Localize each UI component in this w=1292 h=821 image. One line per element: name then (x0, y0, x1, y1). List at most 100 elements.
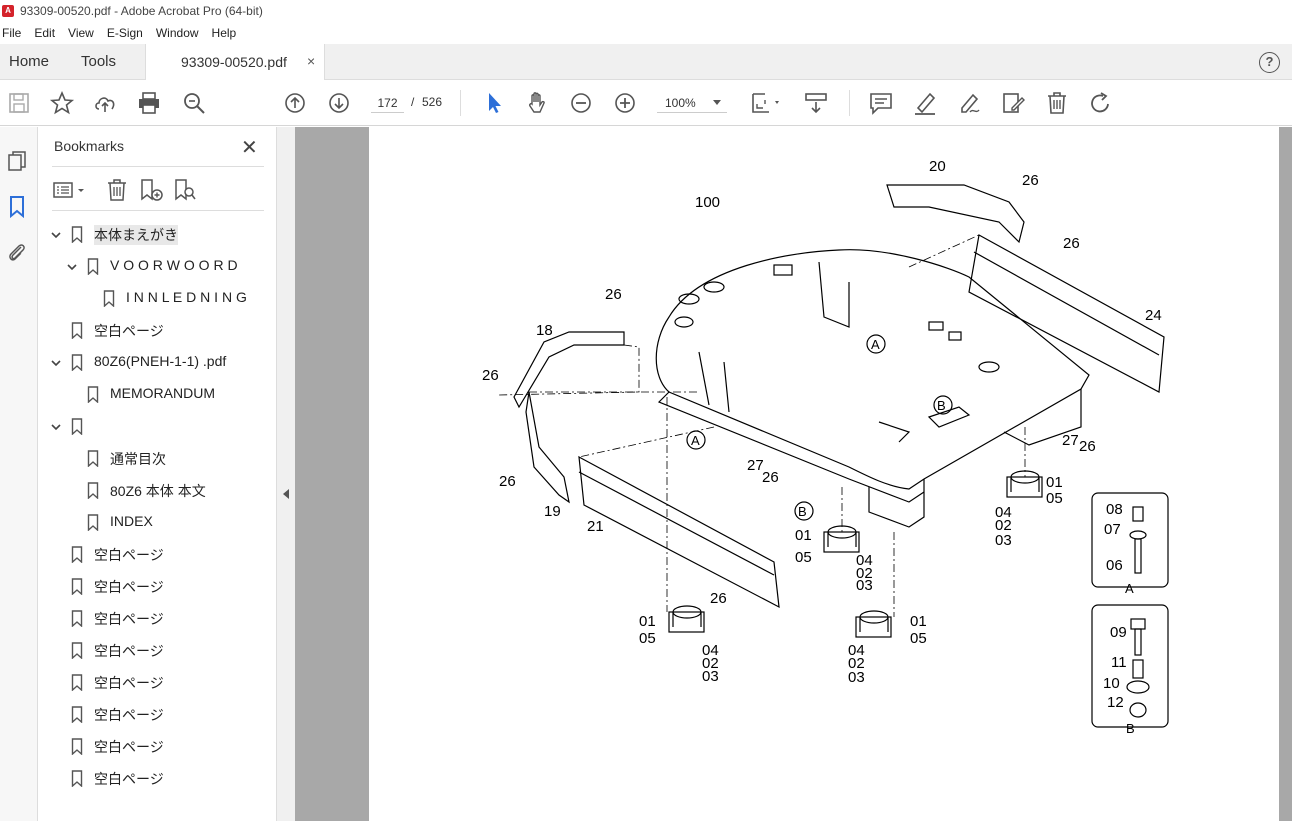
bookmark-label: 空白ページ (94, 547, 164, 563)
svg-text:B: B (798, 504, 807, 519)
tab-tools[interactable]: Tools (81, 53, 116, 70)
bookmark-item[interactable]: 空白ページ (38, 573, 277, 599)
menu-help[interactable]: Help (212, 26, 243, 40)
svg-text:26: 26 (710, 590, 727, 607)
bookmark-item[interactable]: V O O R W O O R D (38, 253, 277, 279)
bookmark-item[interactable]: 空白ページ (38, 701, 277, 727)
bookmark-label: V O O R W O O R D (110, 257, 238, 273)
chevron-down-icon[interactable] (50, 228, 62, 240)
svg-text:03: 03 (702, 668, 719, 685)
menu-view[interactable]: View (68, 26, 100, 40)
svg-text:06: 06 (1106, 557, 1123, 574)
bookmark-item[interactable]: 空白ページ (38, 317, 277, 343)
bookmark-options-icon[interactable] (52, 177, 88, 203)
bookmark-label: 80Z6(PNEH-1-1) .pdf (94, 353, 227, 369)
menu-file[interactable]: File (2, 26, 27, 40)
bookmarks-panel-title: Bookmarks (54, 138, 125, 154)
bookmark-label: 通常目次 (110, 451, 166, 467)
bookmark-item[interactable]: 本体まえがき (38, 221, 277, 247)
sign-icon[interactable] (956, 90, 982, 116)
add-bookmark-icon[interactable] (138, 177, 164, 203)
arrow-up-icon[interactable] (282, 90, 308, 116)
close-tab-icon[interactable]: × (307, 53, 315, 69)
panel-collapse-handle[interactable] (277, 127, 295, 821)
svg-text:09: 09 (1110, 624, 1127, 641)
cloud-upload-icon[interactable] (92, 90, 118, 116)
bookmark-item[interactable]: 通常目次 (38, 445, 277, 471)
bookmark-item[interactable]: MEMORANDUM (38, 381, 277, 407)
diagram-leader-lines (498, 234, 1026, 617)
bookmark-item[interactable]: INDEX (38, 509, 277, 535)
bookmark-item[interactable]: 空白ページ (38, 669, 277, 695)
svg-text:26: 26 (605, 286, 622, 303)
parts-diagram: 100 20 26 26 24 26 18 26 A B A 27 26 27 … (482, 158, 1169, 736)
select-cursor-icon[interactable] (481, 90, 507, 116)
bookmark-item[interactable]: 空白ページ (38, 765, 277, 791)
tab-home[interactable]: Home (9, 53, 49, 70)
zoom-level-select[interactable]: 100% (657, 93, 727, 113)
chevron-down-icon[interactable] (66, 260, 78, 272)
mount-rubber-a (668, 605, 705, 633)
bookmark-panel-icon[interactable] (5, 194, 29, 219)
bookmark-flag-icon (103, 290, 115, 308)
print-icon[interactable] (136, 90, 162, 116)
bookmark-item[interactable]: 80Z6 本体 本文 (38, 477, 277, 503)
bookmark-item[interactable]: 空白ページ (38, 637, 277, 663)
trash-icon[interactable] (1044, 90, 1070, 116)
scroll-mode-icon[interactable] (803, 90, 829, 116)
bookmark-label: I N N L E D N I N G (126, 289, 247, 305)
toolbar-divider (460, 90, 461, 116)
bookmark-label: 空白ページ (94, 675, 164, 691)
bookmark-item[interactable]: 空白ページ (38, 605, 277, 631)
find-bookmark-icon[interactable] (172, 177, 198, 203)
svg-text:26: 26 (1063, 235, 1080, 252)
current-page-input[interactable]: 172 (371, 93, 404, 113)
svg-text:01: 01 (910, 613, 927, 630)
bookmark-item[interactable]: 空白ページ (38, 733, 277, 759)
menu-esign[interactable]: E-Sign (107, 26, 149, 40)
comment-icon[interactable] (868, 90, 894, 116)
chevron-down-icon[interactable] (50, 420, 62, 432)
svg-text:05: 05 (639, 630, 656, 647)
chevron-down-icon[interactable] (50, 356, 62, 368)
save-icon[interactable] (6, 90, 32, 116)
help-icon[interactable]: ? (1259, 52, 1280, 73)
star-icon[interactable] (49, 90, 75, 116)
zoom-in-icon[interactable] (612, 90, 638, 116)
zoom-out-icon[interactable] (568, 90, 594, 116)
svg-text:01: 01 (795, 527, 812, 544)
page-fit-icon[interactable] (749, 90, 783, 116)
bookmark-item[interactable]: 空白ページ (38, 541, 277, 567)
svg-text:19: 19 (544, 503, 561, 520)
close-panel-icon[interactable]: ✕ (241, 135, 258, 160)
svg-text:21: 21 (587, 518, 604, 535)
bookmark-flag-icon (71, 546, 83, 564)
svg-text:05: 05 (1046, 490, 1063, 507)
delete-bookmark-icon[interactable] (104, 177, 130, 203)
svg-text:05: 05 (795, 549, 812, 566)
bookmark-item[interactable]: 80Z6(PNEH-1-1) .pdf (38, 349, 277, 375)
bookmark-item[interactable]: I N N L E D N I N G (38, 285, 277, 311)
menu-window[interactable]: Window (156, 26, 205, 40)
svg-text:26: 26 (762, 469, 779, 486)
attachment-icon[interactable] (5, 240, 29, 264)
highlight-icon[interactable] (912, 90, 938, 116)
document-viewport[interactable]: 100 20 26 26 24 26 18 26 A B A 27 26 27 … (295, 127, 1292, 821)
hand-icon[interactable] (524, 90, 550, 116)
svg-text:A: A (871, 337, 880, 352)
tab-document[interactable]: 93309-00520.pdf × (145, 44, 325, 80)
svg-text:20: 20 (929, 158, 946, 175)
panel-divider (52, 210, 264, 211)
bookmark-item[interactable] (38, 413, 277, 439)
tab-bar: Home Tools 93309-00520.pdf × (0, 44, 1292, 80)
svg-text:B: B (1126, 721, 1135, 736)
zoom-search-icon[interactable] (181, 90, 207, 116)
title-bar: A 93309-00520.pdf - Adobe Acrobat Pro (6… (0, 0, 1292, 22)
bookmark-flag-icon (71, 706, 83, 724)
panel-divider (52, 166, 264, 167)
arrow-down-icon[interactable] (326, 90, 352, 116)
menu-edit[interactable]: Edit (34, 26, 61, 40)
pages-thumbnail-icon[interactable] (5, 149, 29, 173)
rotate-icon[interactable] (1088, 90, 1114, 116)
edit-icon[interactable] (1000, 90, 1026, 116)
